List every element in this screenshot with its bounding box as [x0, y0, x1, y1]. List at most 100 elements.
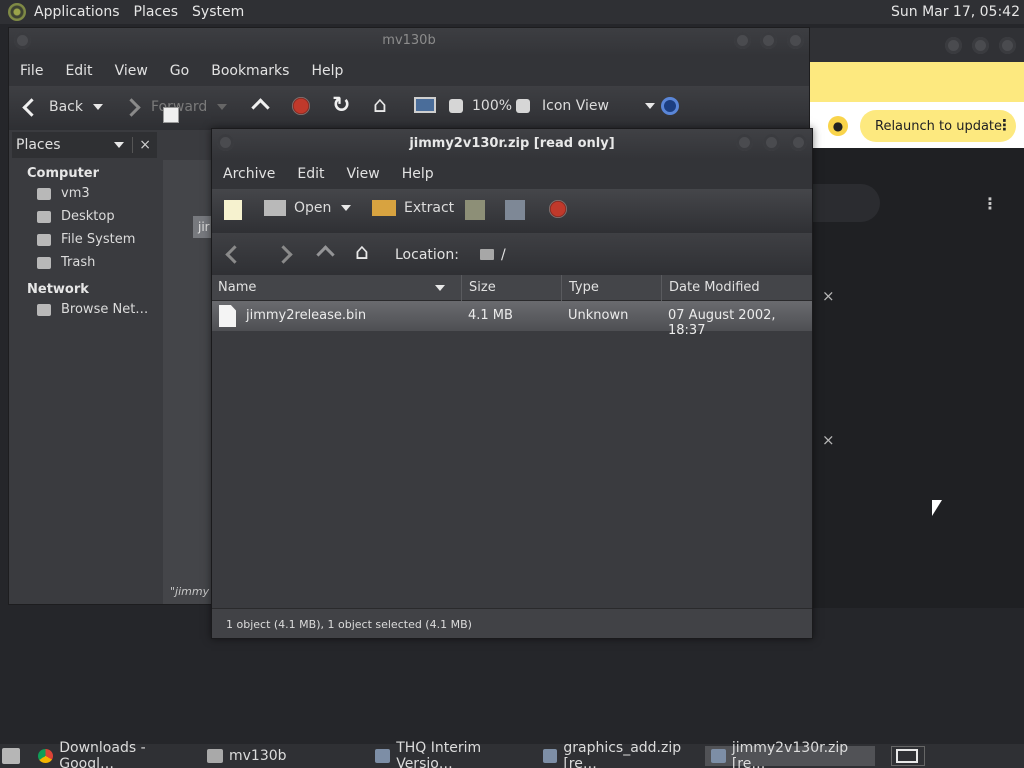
- minimize-button[interactable]: [736, 134, 753, 151]
- window-menu-button[interactable]: [14, 32, 31, 49]
- up-button[interactable]: [250, 97, 278, 117]
- distro-logo-icon[interactable]: [8, 3, 26, 21]
- location-path[interactable]: /: [501, 247, 506, 263]
- workspace-switcher[interactable]: [891, 746, 925, 766]
- search-button[interactable]: [661, 97, 687, 115]
- back-button[interactable]: [223, 244, 251, 264]
- network-icon: [37, 303, 51, 316]
- close-button[interactable]: [999, 37, 1016, 54]
- sidebar-item-vm3[interactable]: vm3: [10, 182, 159, 205]
- add-files-button[interactable]: [465, 200, 493, 220]
- view-mode-label: Icon View: [542, 98, 609, 114]
- table-row[interactable]: jimmy2release.bin 4.1 MB Unknown 07 Augu…: [212, 301, 812, 338]
- task-chrome-downloads[interactable]: Downloads - Googl…: [32, 740, 198, 768]
- maximize-button[interactable]: [763, 134, 780, 151]
- task-graphics-add-zip[interactable]: graphics_add.zip [re…: [537, 740, 703, 768]
- computer-button[interactable]: [414, 97, 444, 113]
- open-button[interactable]: Open: [264, 200, 352, 216]
- view-mode-select[interactable]: Icon View: [542, 98, 655, 114]
- note-edit-icon[interactable]: [163, 107, 179, 123]
- menu-help[interactable]: Help: [391, 166, 445, 182]
- back-history-dropdown-icon[interactable]: [93, 104, 103, 110]
- forward-button[interactable]: [275, 244, 303, 264]
- menu-view[interactable]: View: [104, 63, 159, 79]
- close-button[interactable]: [787, 32, 804, 49]
- column-name[interactable]: Name: [212, 275, 462, 301]
- file-date-modified: 07 August 2002, 18:37: [668, 308, 776, 338]
- stop-button[interactable]: [549, 200, 575, 218]
- window-menu-button[interactable]: [217, 134, 234, 151]
- stop-button[interactable]: [292, 97, 318, 115]
- column-type[interactable]: Type: [563, 275, 662, 301]
- forward-label: Forward: [151, 99, 208, 115]
- menubar: Archive Edit View Help: [212, 159, 812, 189]
- status-text: 1 object (4.1 MB), 1 object selected (4.…: [226, 618, 472, 631]
- minimize-button[interactable]: [945, 37, 962, 54]
- task-thq-interim[interactable]: THQ Interim Versio…: [369, 740, 535, 768]
- home-folder-icon: [37, 187, 51, 200]
- more-options-icon[interactable]: ⋮: [982, 194, 998, 213]
- column-date-modified[interactable]: Date Modified: [663, 275, 812, 301]
- places-label: Places: [16, 137, 61, 153]
- relaunch-to-update-button[interactable]: Relaunch to update: [860, 110, 1016, 142]
- task-jimmy2v130r-zip[interactable]: jimmy2v130r.zip [re…: [705, 740, 875, 768]
- menu-go[interactable]: Go: [159, 63, 200, 79]
- file-manager-titlebar[interactable]: mv130b: [9, 28, 809, 56]
- menu-file[interactable]: File: [9, 63, 54, 79]
- menu-applications[interactable]: Applications: [34, 4, 120, 20]
- drive-icon: [37, 233, 51, 246]
- dismiss-icon[interactable]: ×: [822, 431, 835, 449]
- sidebar-item-trash[interactable]: Trash: [10, 251, 159, 274]
- up-arrow-icon: [315, 244, 335, 264]
- dismiss-icon[interactable]: ×: [822, 287, 835, 305]
- zoom-out-button[interactable]: [449, 99, 471, 113]
- archive-titlebar[interactable]: jimmy2v130r.zip [read only]: [212, 129, 812, 159]
- menu-system[interactable]: System: [192, 4, 244, 20]
- column-size[interactable]: Size: [463, 275, 562, 301]
- new-archive-button[interactable]: [224, 200, 250, 220]
- up-arrow-icon: [250, 97, 270, 117]
- menu-edit[interactable]: Edit: [286, 166, 335, 182]
- menu-bookmarks[interactable]: Bookmarks: [200, 63, 300, 79]
- menu-help[interactable]: Help: [300, 63, 354, 79]
- sidebar-item-label: Desktop: [61, 209, 115, 224]
- back-button[interactable]: Back: [21, 97, 103, 117]
- maximize-button[interactable]: [972, 37, 989, 54]
- file-name: jimmy2release.bin: [246, 308, 367, 323]
- up-button[interactable]: [315, 244, 343, 264]
- task-mv130b[interactable]: mv130b: [201, 746, 367, 766]
- reload-button[interactable]: [332, 93, 360, 118]
- close-button[interactable]: [790, 134, 807, 151]
- sidebar-item-browse-network[interactable]: Browse Net…: [10, 298, 159, 321]
- home-button[interactable]: [355, 240, 383, 265]
- open-recent-dropdown-icon[interactable]: [341, 205, 352, 211]
- zoom-in-button[interactable]: [516, 99, 538, 113]
- menu-places[interactable]: Places: [134, 4, 179, 20]
- profile-avatar-icon[interactable]: ●: [828, 116, 848, 136]
- chrome-menu-icon[interactable]: ⋮: [997, 116, 1012, 134]
- open-label: Open: [294, 200, 332, 216]
- show-desktop-icon[interactable]: [2, 748, 20, 764]
- forward-arrow-icon: [275, 244, 295, 264]
- close-sidebar-icon[interactable]: ×: [132, 137, 157, 153]
- add-folder-button[interactable]: [505, 200, 533, 220]
- places-selector[interactable]: Places ×: [12, 132, 157, 158]
- open-archive-icon: [264, 200, 286, 216]
- forward-history-dropdown-icon[interactable]: [217, 104, 228, 110]
- zoom-level: 100%: [472, 98, 513, 114]
- workspace-1[interactable]: [896, 749, 918, 763]
- sidebar-item-file-system[interactable]: File System: [10, 228, 159, 251]
- panel-clock[interactable]: Sun Mar 17, 05:42: [891, 4, 1020, 20]
- home-button[interactable]: [373, 93, 401, 118]
- window-title: mv130b: [382, 33, 436, 48]
- maximize-button[interactable]: [760, 32, 777, 49]
- menu-view[interactable]: View: [336, 166, 391, 182]
- minimize-button[interactable]: [734, 32, 751, 49]
- sidebar-item-desktop[interactable]: Desktop: [10, 205, 159, 228]
- menu-edit[interactable]: Edit: [54, 63, 103, 79]
- zoom-out-icon: [449, 99, 463, 113]
- extract-button[interactable]: Extract: [372, 200, 454, 216]
- chrome-search-box[interactable]: [808, 184, 880, 222]
- archive-toolbar: Open Extract: [212, 189, 812, 233]
- menu-archive[interactable]: Archive: [212, 166, 286, 182]
